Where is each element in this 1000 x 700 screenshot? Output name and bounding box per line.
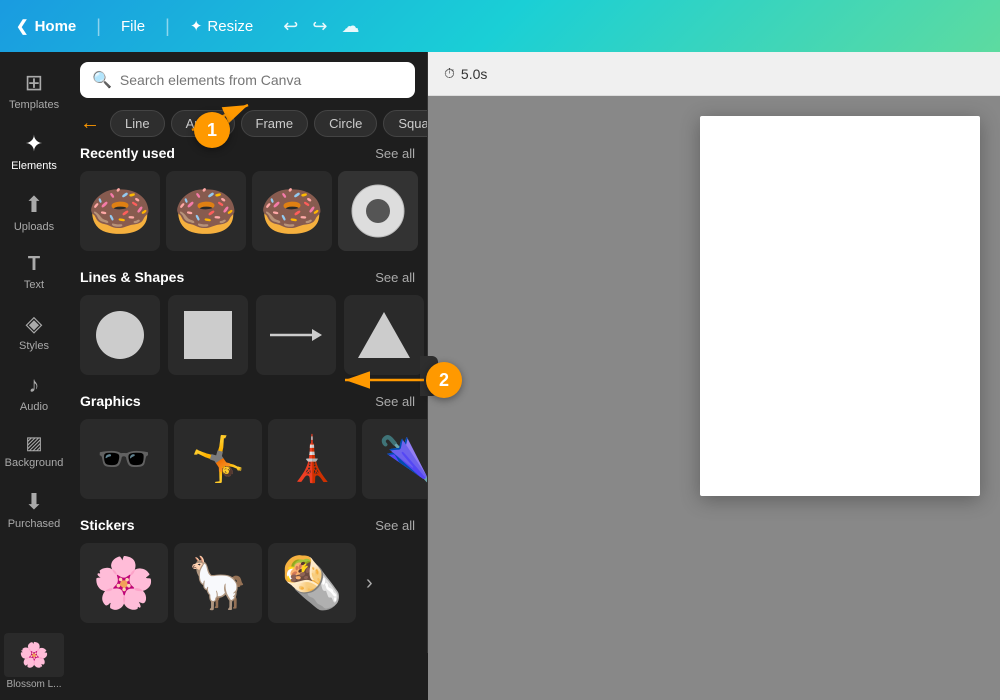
recently-used-see-all[interactable]: See all bbox=[375, 146, 415, 161]
sidebar-item-templates[interactable]: ⊞ Templates bbox=[4, 62, 64, 119]
lines-shapes-header: Lines & Shapes See all bbox=[80, 269, 415, 285]
donut-emoji-2: 🍩 bbox=[174, 181, 239, 242]
shapes-row: › bbox=[80, 295, 415, 375]
graphic-item-1[interactable]: 🕶️ bbox=[80, 419, 168, 499]
sidebar-item-elements[interactable]: ✦ Elements bbox=[4, 123, 64, 180]
separator2: | bbox=[165, 16, 170, 37]
styles-icon: ◈ bbox=[26, 311, 43, 337]
canvas-page bbox=[700, 116, 980, 496]
sidebar-item-background[interactable]: ▨ Background bbox=[4, 425, 64, 477]
sticker-item-2[interactable]: 🦙 bbox=[174, 543, 262, 623]
shape-square bbox=[184, 311, 232, 359]
sticker-item-1[interactable]: 🌸 bbox=[80, 543, 168, 623]
sidebar-bottom: 🌸 Blossom L... bbox=[4, 623, 64, 700]
graphics-header: Graphics See all bbox=[80, 393, 415, 409]
search-bar: 🔍 bbox=[68, 52, 427, 106]
stickers-title: Stickers bbox=[80, 517, 134, 533]
background-icon: ▨ bbox=[25, 433, 42, 454]
file-button[interactable]: File bbox=[121, 18, 145, 35]
recently-used-chevron-icon[interactable]: › bbox=[424, 196, 427, 227]
shape-circle bbox=[96, 311, 144, 359]
timer-icon: ⏱ bbox=[444, 65, 455, 82]
donut-item-3[interactable]: 🍩 bbox=[252, 171, 332, 251]
templates-icon: ⊞ bbox=[25, 70, 43, 96]
topbar: ❮ Home | File | ✦ Resize ↩ ↪ ☁ bbox=[0, 0, 1000, 52]
resize-icon: ✦ bbox=[190, 17, 203, 35]
uploads-icon: ⬆ bbox=[25, 192, 43, 218]
shape-circle-item[interactable] bbox=[80, 295, 160, 375]
stickers-row: 🌸 🦙 🌯 › bbox=[80, 543, 415, 623]
recently-used-title: Recently used bbox=[80, 145, 175, 161]
stickers-header: Stickers See all bbox=[80, 517, 415, 533]
purchased-icon: ⬇ bbox=[25, 489, 43, 515]
filter-arrow-icon: ← bbox=[80, 112, 100, 135]
separator: | bbox=[96, 16, 101, 37]
timer-value: 5.0s bbox=[461, 66, 487, 82]
stickers-see-all[interactable]: See all bbox=[375, 518, 415, 533]
elements-panel: 🔍 ← Line Arrow Frame Circle Square › bbox=[68, 52, 428, 653]
shape-arrow-svg bbox=[268, 325, 324, 345]
canvas-topbar: ⏱ 5.0s bbox=[428, 52, 1000, 96]
graphics-see-all[interactable]: See all bbox=[375, 394, 415, 409]
filter-tag-line[interactable]: Line bbox=[110, 110, 165, 137]
lines-shapes-see-all[interactable]: See all bbox=[375, 270, 415, 285]
shape-triangle bbox=[358, 312, 410, 358]
filter-tags: ← Line Arrow Frame Circle Square › bbox=[68, 106, 427, 145]
graphic-item-4[interactable]: 🌂 bbox=[362, 419, 427, 499]
lines-shapes-title: Lines & Shapes bbox=[80, 269, 184, 285]
donut-item-1[interactable]: 🍩 bbox=[80, 171, 160, 251]
chevron-left-icon: ❮ bbox=[16, 17, 29, 35]
canvas-area: ⏱ 5.0s bbox=[428, 52, 1000, 700]
sidebar-item-uploads[interactable]: ⬆ Uploads bbox=[4, 184, 64, 241]
annotation-1: 1 bbox=[194, 112, 230, 148]
text-icon: T bbox=[28, 253, 40, 276]
shape-square-item[interactable] bbox=[168, 295, 248, 375]
graphic-item-2[interactable]: 🤸 bbox=[174, 419, 262, 499]
blossom-thumbnail[interactable]: 🌸 bbox=[4, 633, 64, 677]
stickers-chevron-icon[interactable]: › bbox=[362, 568, 377, 599]
elements-icon: ✦ bbox=[25, 131, 43, 157]
filter-tag-square[interactable]: Square bbox=[383, 110, 427, 137]
canvas-body[interactable] bbox=[428, 96, 1000, 700]
panel-scroll: Recently used See all 🍩 🍩 🍩 bbox=[68, 145, 427, 653]
shape-arrow-item[interactable] bbox=[256, 295, 336, 375]
sidebar-item-text[interactable]: T Text bbox=[4, 245, 64, 299]
donut-emoji-1: 🍩 bbox=[88, 181, 153, 242]
graphics-section: Graphics See all 🕶️ 🤸 🗼 🌂 › bbox=[80, 393, 415, 499]
recently-used-header: Recently used See all bbox=[80, 145, 415, 161]
donut-grid: 🍩 🍩 🍩 bbox=[80, 171, 415, 251]
cloud-save-button[interactable]: ☁ bbox=[341, 16, 359, 37]
search-icon: 🔍 bbox=[92, 70, 112, 90]
canvas-timer: ⏱ 5.0s bbox=[444, 65, 487, 82]
sidebar-item-styles[interactable]: ◈ Styles bbox=[4, 303, 64, 360]
lines-shapes-section: Lines & Shapes See all bbox=[80, 269, 415, 375]
sidebar-icons: ⊞ Templates ✦ Elements ⬆ Uploads T Text … bbox=[0, 52, 68, 700]
filter-tag-frame[interactable]: Frame bbox=[241, 110, 309, 137]
sticker-item-3[interactable]: 🌯 bbox=[268, 543, 356, 623]
donut-item-2[interactable]: 🍩 bbox=[166, 171, 246, 251]
recently-used-section: Recently used See all 🍩 🍩 🍩 bbox=[80, 145, 415, 251]
blossom-label: Blossom L... bbox=[6, 679, 61, 690]
graphics-title: Graphics bbox=[80, 393, 141, 409]
undo-button[interactable]: ↩ bbox=[283, 16, 298, 37]
shape-triangle-item[interactable] bbox=[344, 295, 424, 375]
home-button[interactable]: ❮ Home bbox=[16, 17, 76, 35]
donut-svg bbox=[348, 181, 408, 241]
redo-button[interactable]: ↪ bbox=[312, 16, 327, 37]
donut-item-4[interactable] bbox=[338, 171, 418, 251]
search-input-wrap[interactable]: 🔍 bbox=[80, 62, 415, 98]
graphic-item-3[interactable]: 🗼 bbox=[268, 419, 356, 499]
donut-emoji-3: 🍩 bbox=[260, 181, 325, 242]
audio-icon: ♪ bbox=[29, 372, 40, 398]
sidebar-item-purchased[interactable]: ⬇ Purchased bbox=[4, 481, 64, 538]
annotation-2: 2 bbox=[426, 362, 462, 398]
resize-button[interactable]: ✦ Resize bbox=[190, 17, 253, 35]
graphics-row: 🕶️ 🤸 🗼 🌂 › bbox=[80, 419, 415, 499]
filter-tag-circle[interactable]: Circle bbox=[314, 110, 377, 137]
shape-arrow-wrap bbox=[268, 325, 324, 345]
sidebar-item-audio[interactable]: ♪ Audio bbox=[4, 364, 64, 421]
stickers-section: Stickers See all 🌸 🦙 🌯 › bbox=[80, 517, 415, 623]
search-input[interactable] bbox=[120, 72, 403, 88]
